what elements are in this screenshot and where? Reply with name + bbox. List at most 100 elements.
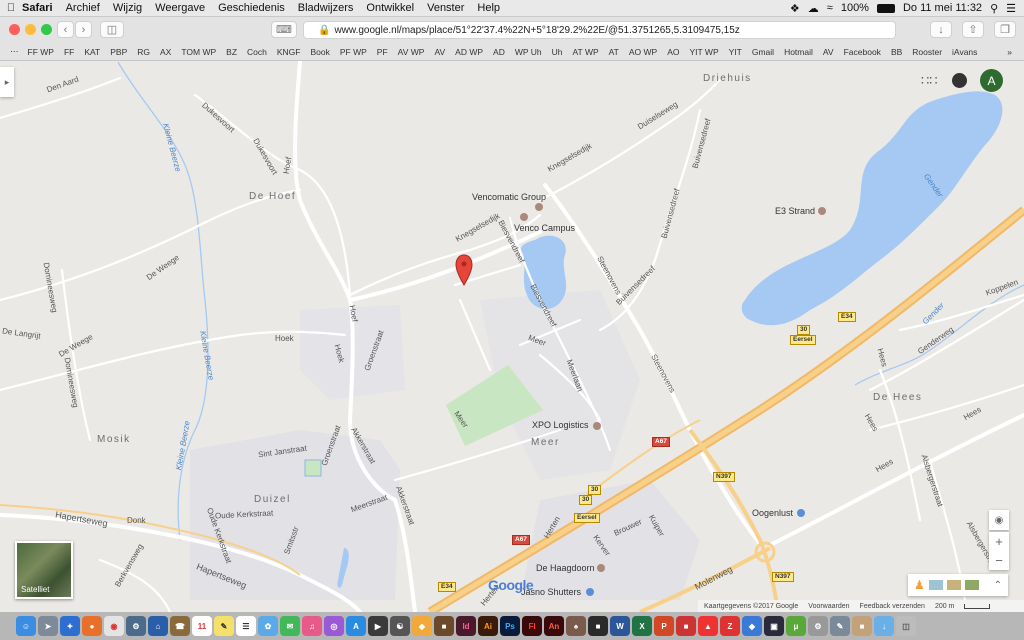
safari-icon[interactable]: ✦: [60, 616, 80, 636]
wifi-icon[interactable]: ≈: [827, 2, 833, 14]
battery-percent[interactable]: 100%: [841, 2, 869, 14]
spotlight-icon[interactable]: ⚲: [990, 2, 998, 15]
podcasts-icon[interactable]: ◎: [324, 616, 344, 636]
bookmark-item[interactable]: iAvans: [952, 47, 977, 57]
finder-icon[interactable]: ☺: [16, 616, 36, 636]
app-icon[interactable]: ✎: [830, 616, 850, 636]
bookmark-item[interactable]: BZ: [226, 47, 237, 57]
bookmark-item[interactable]: AV: [434, 47, 445, 57]
bookmark-item[interactable]: RG: [137, 47, 150, 57]
downloads-icon[interactable]: ↓: [930, 21, 952, 38]
close-window-button[interactable]: [9, 24, 20, 35]
app-icon[interactable]: ▣: [764, 616, 784, 636]
extension-icon[interactable]: ⌨: [271, 21, 297, 38]
menu-bladwijzers[interactable]: Bladwijzers: [298, 2, 354, 14]
bookmark-item[interactable]: TOM WP: [181, 47, 216, 57]
sketch-icon[interactable]: ◆: [412, 616, 432, 636]
zoom-window-button[interactable]: [41, 24, 52, 35]
music-icon[interactable]: ♫: [302, 616, 322, 636]
photos-icon[interactable]: ✿: [258, 616, 278, 636]
chrome-icon[interactable]: ◉: [104, 616, 124, 636]
feedback-link[interactable]: Feedback verzenden: [860, 603, 925, 610]
app-icon[interactable]: ⚙: [808, 616, 828, 636]
filezilla-icon[interactable]: Z: [720, 616, 740, 636]
poi-label[interactable]: Venco Campus: [514, 223, 575, 233]
clock[interactable]: Do 11 mei 11:32: [903, 2, 982, 14]
bookmark-item[interactable]: Facebook: [844, 47, 881, 57]
expand-icon[interactable]: ⌃: [994, 580, 1002, 591]
firefox-icon[interactable]: ●: [82, 616, 102, 636]
bookmark-item[interactable]: Book: [311, 47, 330, 57]
menu-app-safari[interactable]: Safari: [22, 2, 53, 14]
bookmark-item[interactable]: PF WP: [340, 47, 367, 57]
utorrent-icon[interactable]: μ: [786, 616, 806, 636]
app-icon[interactable]: ⚙: [126, 616, 146, 636]
menu-geschiedenis[interactable]: Geschiedenis: [218, 2, 285, 14]
bookmark-item[interactable]: Hotmail: [784, 47, 813, 57]
bookmarks-overflow-icon[interactable]: »: [1007, 47, 1012, 57]
bookmark-item[interactable]: AX: [160, 47, 171, 57]
bookmark-item[interactable]: AV WP: [398, 47, 425, 57]
bookmark-item[interactable]: PF: [377, 47, 388, 57]
bookmark-item[interactable]: AV: [823, 47, 834, 57]
apps-grid-icon[interactable]: ∷∷: [921, 73, 938, 89]
bookmarks-grid-icon[interactable]: ⋯: [10, 46, 19, 57]
contacts-icon[interactable]: ☎: [170, 616, 190, 636]
downloads-folder-icon[interactable]: ↓: [874, 616, 894, 636]
sidebar-toggle-icon[interactable]: ◫: [100, 21, 124, 38]
poi-label[interactable]: De Haagdoorn: [536, 563, 595, 573]
apple-icon[interactable]: : [0, 2, 22, 14]
bookmark-item[interactable]: FF: [64, 47, 74, 57]
map-canvas[interactable]: Driehuis De Hoef Mosik Duizel Meer De He…: [0, 61, 1024, 612]
bookmark-item[interactable]: AT: [609, 47, 619, 57]
minimize-window-button[interactable]: [25, 24, 36, 35]
poi-label[interactable]: Vencomatic Group: [472, 192, 546, 202]
indesign-icon[interactable]: Id: [456, 616, 476, 636]
trash-icon[interactable]: ◫: [896, 616, 916, 636]
bookmark-item[interactable]: AO WP: [629, 47, 657, 57]
poi-label[interactable]: XPO Logistics: [532, 420, 589, 430]
zoom-in-button[interactable]: +: [995, 532, 1003, 551]
acrobat-icon[interactable]: ▲: [698, 616, 718, 636]
street-view-bar[interactable]: ♟ ⌃: [908, 574, 1008, 596]
flash-icon[interactable]: Fl: [522, 616, 542, 636]
home-icon[interactable]: ⌂: [148, 616, 168, 636]
terms-link[interactable]: Voorwaarden: [808, 603, 849, 610]
account-avatar[interactable]: A: [980, 69, 1003, 92]
calendar-icon[interactable]: 11: [192, 616, 212, 636]
bookmark-item[interactable]: AD WP: [455, 47, 483, 57]
bookmark-item[interactable]: FF WP: [28, 47, 54, 57]
cloud-icon[interactable]: ☁: [808, 2, 819, 15]
illustrator-icon[interactable]: Ai: [478, 616, 498, 636]
poi-label[interactable]: E3 Strand: [775, 206, 815, 216]
bookmark-item[interactable]: PBP: [110, 47, 127, 57]
menu-wijzig[interactable]: Wijzig: [113, 2, 142, 14]
app-icon[interactable]: ■: [434, 616, 454, 636]
share-icon[interactable]: ⇧: [962, 21, 984, 38]
tabs-overview-icon[interactable]: ❐: [994, 21, 1016, 38]
bookmark-item[interactable]: Uh: [552, 47, 563, 57]
bookmark-item[interactable]: KAT: [84, 47, 100, 57]
menu-archief[interactable]: Archief: [66, 2, 100, 14]
photoshop-icon[interactable]: Ps: [500, 616, 520, 636]
bookmark-item[interactable]: YIT WP: [690, 47, 719, 57]
bookmark-item[interactable]: Rooster: [912, 47, 942, 57]
excel-icon[interactable]: X: [632, 616, 652, 636]
bookmark-item[interactable]: WP Uh: [515, 47, 542, 57]
bookmark-item[interactable]: AT WP: [573, 47, 599, 57]
bookmark-item[interactable]: YIT: [729, 47, 742, 57]
app-icon[interactable]: ☯: [390, 616, 410, 636]
imagery-thumbnail[interactable]: [946, 580, 961, 590]
scale-label[interactable]: 200 m: [935, 603, 954, 610]
imagery-thumbnail[interactable]: [928, 580, 943, 590]
bookmark-item[interactable]: AD: [493, 47, 505, 57]
menu-ontwikkel[interactable]: Ontwikkel: [366, 2, 414, 14]
app-icon[interactable]: ▶: [368, 616, 388, 636]
messages-icon[interactable]: ✉: [280, 616, 300, 636]
bookmark-item[interactable]: AO: [667, 47, 679, 57]
zoom-out-button[interactable]: −: [995, 551, 1003, 570]
app-icon[interactable]: ■: [676, 616, 696, 636]
menu-weergave[interactable]: Weergave: [155, 2, 205, 14]
app-icon[interactable]: ■: [588, 616, 608, 636]
menu-help[interactable]: Help: [477, 2, 500, 14]
